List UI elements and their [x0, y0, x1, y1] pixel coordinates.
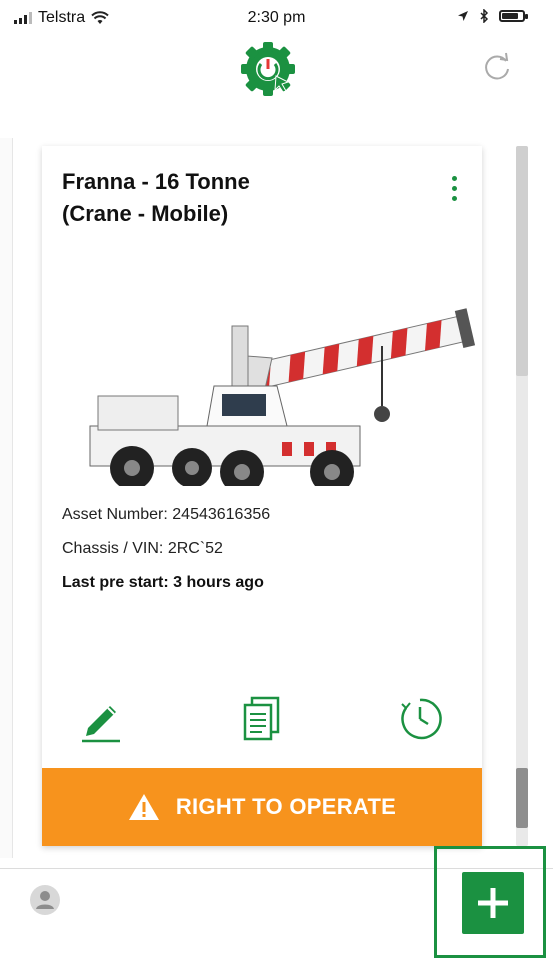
refresh-icon[interactable]	[480, 50, 514, 84]
right-to-operate-label: RIGHT TO OPERATE	[175, 794, 397, 819]
right-to-operate-button[interactable]: RIGHT TO OPERATE	[42, 768, 482, 846]
asset-card[interactable]: Franna - 16 Tonne (Crane - Mobile) Asset…	[42, 146, 482, 846]
status-bar: Telstra 2:30 pm	[0, 0, 553, 38]
location-arrow-icon	[458, 11, 468, 21]
card-actions	[42, 694, 482, 748]
asset-title: Franna - 16 Tonne (Crane - Mobile)	[62, 166, 422, 230]
chassis-row: Chassis / VIN: 2RC`52	[62, 532, 270, 566]
asset-number-value: 24543616356	[172, 506, 271, 523]
asset-number-row: Asset Number: 24543616356	[62, 498, 270, 532]
more-options-icon[interactable]	[442, 176, 466, 210]
add-button[interactable]	[462, 872, 524, 934]
scrollbar-thumb[interactable]	[516, 146, 528, 376]
warning-icon	[128, 794, 159, 820]
plus-icon	[478, 888, 508, 918]
last-prestart-label: Last pre start:	[62, 574, 169, 591]
app-logo-icon	[241, 42, 295, 96]
history-clock-icon[interactable]	[396, 694, 444, 744]
asset-title-line1: Franna - 16 Tonne	[62, 169, 250, 194]
documents-icon[interactable]	[238, 694, 286, 744]
status-right	[457, 9, 528, 23]
asset-title-line2: (Crane - Mobile)	[62, 201, 229, 226]
battery-icon	[499, 10, 528, 22]
bluetooth-icon	[480, 9, 489, 23]
edit-icon[interactable]	[78, 694, 126, 744]
last-prestart-value: 3 hours ago	[173, 574, 264, 591]
previous-card-edge	[0, 138, 13, 858]
asset-info: Asset Number: 24543616356 Chassis / VIN:…	[62, 498, 270, 600]
asset-number-label: Asset Number:	[62, 506, 168, 523]
scrollbar[interactable]	[516, 146, 528, 846]
chassis-value: 2RC`52	[167, 540, 223, 557]
last-prestart-row: Last pre start: 3 hours ago	[62, 566, 270, 600]
chassis-label: Chassis / VIN:	[62, 540, 164, 557]
user-avatar-icon[interactable]	[30, 885, 60, 915]
asset-image	[89, 308, 476, 486]
scrollbar-thumb-secondary[interactable]	[516, 768, 528, 828]
